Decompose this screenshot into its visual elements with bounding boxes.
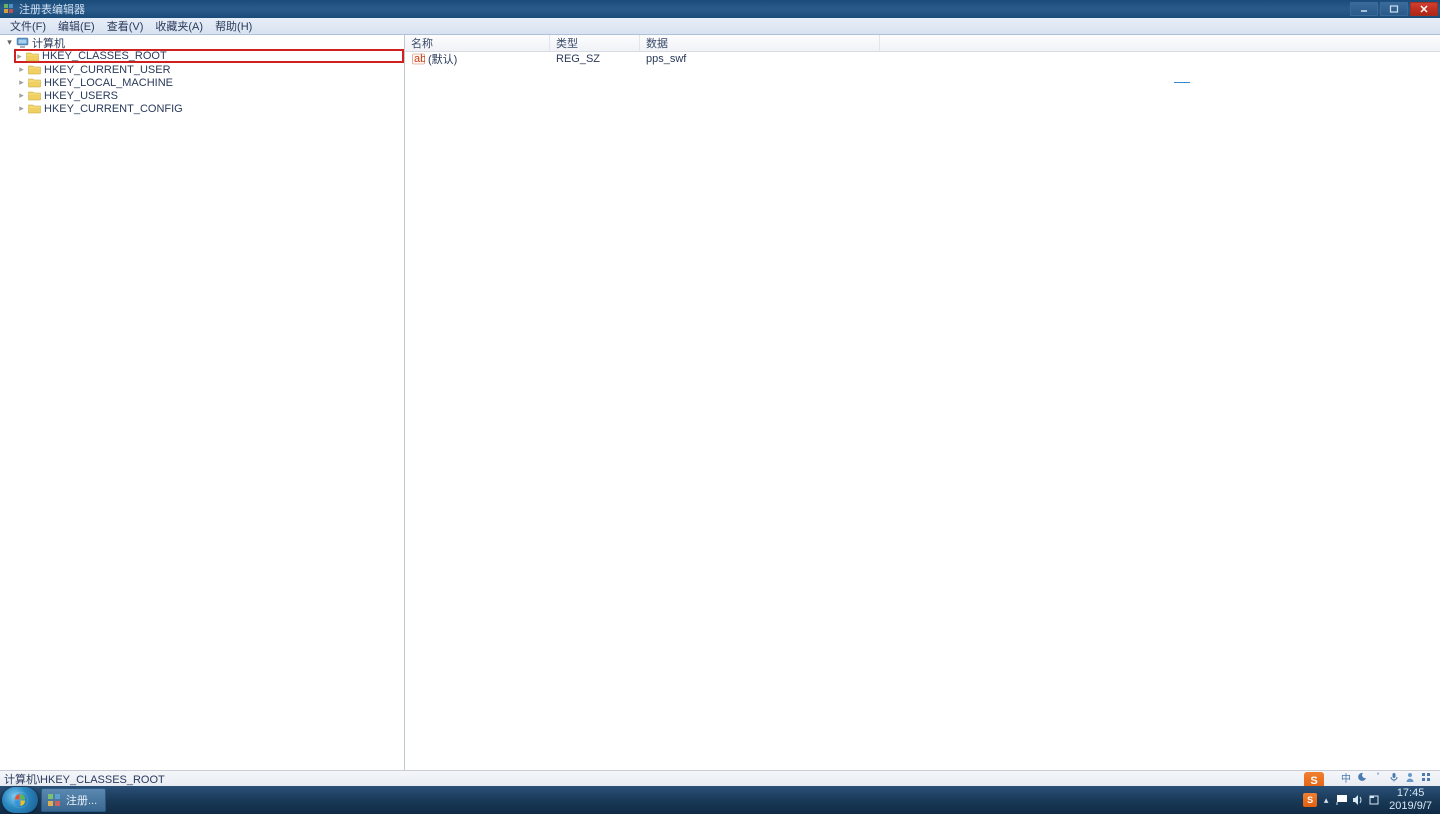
tree-key-label: HKEY_CURRENT_USER <box>44 64 171 76</box>
taskbar-clock[interactable]: 17:45 2019/9/7 <box>1383 787 1438 813</box>
minimize-button[interactable] <box>1350 2 1378 16</box>
tree-panel[interactable]: 计算机 HKEY_CLASSES_ROOT HKEY_CURRENT_USER <box>0 35 405 770</box>
column-header-data[interactable]: 数据 <box>640 35 880 51</box>
column-header-spacer <box>880 35 1440 51</box>
main-area: 计算机 HKEY_CLASSES_ROOT HKEY_CURRENT_USER <box>0 35 1440 770</box>
status-path: 计算机\HKEY_CLASSES_ROOT <box>4 771 165 787</box>
folder-icon <box>27 64 41 76</box>
menubar: 文件(F) 编辑(E) 查看(V) 收藏夹(A) 帮助(H) <box>0 18 1440 35</box>
menu-help[interactable]: 帮助(H) <box>209 17 258 35</box>
value-type: REG_SZ <box>550 53 640 65</box>
value-data: pps_swf <box>640 53 880 65</box>
chevron-down-icon[interactable] <box>4 37 15 48</box>
value-row[interactable]: ab (默认) REG_SZ pps_swf <box>405 52 1440 66</box>
tree-key-hkcc[interactable]: HKEY_CURRENT_CONFIG <box>12 102 404 115</box>
tree-key-hkcr[interactable]: HKEY_CLASSES_ROOT <box>14 49 404 63</box>
folder-icon <box>25 50 39 62</box>
person-icon[interactable] <box>1404 771 1416 783</box>
tree-root-label: 计算机 <box>32 35 65 51</box>
clock-time: 17:45 <box>1389 787 1432 800</box>
tree-key-label: HKEY_USERS <box>44 90 118 102</box>
ime-toolbar[interactable]: 中 ' <box>1336 770 1436 784</box>
tree-key-hklm[interactable]: HKEY_LOCAL_MACHINE <box>12 76 404 89</box>
tree-root-computer[interactable]: 计算机 <box>0 36 404 49</box>
value-list-header: 名称 类型 数据 <box>405 35 1440 52</box>
tree-key-hku[interactable]: HKEY_USERS <box>12 89 404 102</box>
regedit-icon <box>46 792 62 808</box>
value-name: (默认) <box>428 51 457 67</box>
window-controls <box>1350 2 1438 16</box>
tree-root-children: HKEY_CLASSES_ROOT HKEY_CURRENT_USER HKEY… <box>0 49 404 115</box>
svg-text:ab: ab <box>414 53 425 65</box>
column-header-name[interactable]: 名称 <box>405 35 550 51</box>
tree-key-label: HKEY_CLASSES_ROOT <box>42 50 167 62</box>
chevron-right-icon[interactable] <box>16 64 27 75</box>
grid-icon[interactable] <box>1420 771 1432 783</box>
clock-date: 2019/9/7 <box>1389 800 1432 813</box>
chevron-right-icon[interactable] <box>16 77 27 88</box>
start-button[interactable] <box>2 787 38 813</box>
menu-edit[interactable]: 编辑(E) <box>52 17 101 35</box>
app-title: 注册表编辑器 <box>19 1 1350 17</box>
computer-icon <box>15 37 29 49</box>
maximize-button[interactable] <box>1380 2 1408 16</box>
volume-icon[interactable] <box>1351 793 1365 807</box>
chevron-right-icon[interactable] <box>16 90 27 101</box>
tray-flag-icon[interactable] <box>1335 793 1349 807</box>
menu-view[interactable]: 查看(V) <box>101 17 150 35</box>
folder-icon <box>27 90 41 102</box>
value-list-panel: 名称 类型 数据 ab (默认) REG_SZ pps_swf <box>405 35 1440 770</box>
system-tray: S ▴ 17:45 2019/9/7 <box>1301 786 1440 814</box>
punctuation-icon[interactable]: ' <box>1372 771 1384 783</box>
value-name-cell: ab (默认) <box>405 51 550 67</box>
app-icon <box>2 2 16 16</box>
mic-icon[interactable] <box>1388 771 1400 783</box>
tray-overflow-icon[interactable]: ▴ <box>1319 793 1333 807</box>
folder-icon <box>27 103 41 115</box>
taskbar-item-regedit[interactable]: 注册... <box>41 788 106 812</box>
folder-icon <box>27 77 41 89</box>
close-button[interactable] <box>1410 2 1438 16</box>
string-value-icon: ab <box>411 53 425 65</box>
tree-key-label: HKEY_CURRENT_CONFIG <box>44 103 183 115</box>
chevron-right-icon[interactable] <box>14 51 25 62</box>
statusbar: 计算机\HKEY_CLASSES_ROOT <box>0 770 1440 786</box>
chevron-right-icon[interactable] <box>16 103 27 114</box>
taskbar-item-label: 注册... <box>66 792 97 808</box>
decorative-underline <box>1174 82 1190 83</box>
tray-sogou-icon[interactable]: S <box>1303 793 1317 807</box>
ime-lang-icon[interactable]: 中 <box>1340 771 1352 783</box>
tree-key-label: HKEY_LOCAL_MACHINE <box>44 77 173 89</box>
column-header-type[interactable]: 类型 <box>550 35 640 51</box>
titlebar: 注册表编辑器 <box>0 0 1440 18</box>
menu-file[interactable]: 文件(F) <box>4 17 52 35</box>
tree-key-hkcu[interactable]: HKEY_CURRENT_USER <box>12 63 404 76</box>
menu-favorites[interactable]: 收藏夹(A) <box>149 17 209 35</box>
taskbar: 注册... S ▴ 17:45 2019/9/7 <box>0 786 1440 814</box>
moon-icon[interactable] <box>1356 771 1368 783</box>
action-center-icon[interactable] <box>1367 793 1381 807</box>
